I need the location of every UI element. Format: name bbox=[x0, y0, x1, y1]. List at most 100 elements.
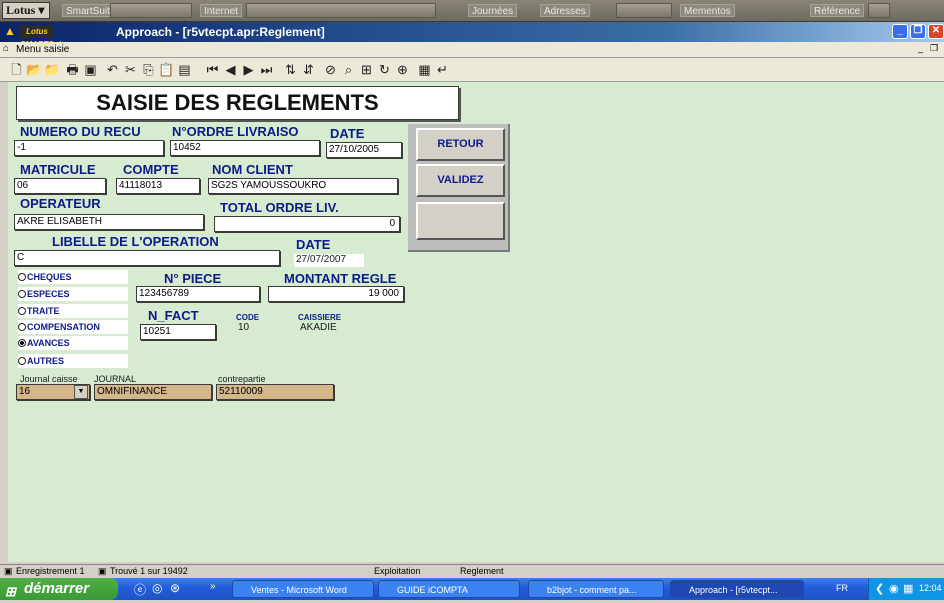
mode-status[interactable]: Exploitation bbox=[374, 566, 421, 576]
last-record-icon[interactable]: ⏭ bbox=[258, 61, 275, 78]
suite-drawer-internet[interactable] bbox=[246, 3, 436, 18]
nom-client-field[interactable]: SG2S YAMOUSSOUKRO bbox=[208, 178, 398, 194]
contrepartie-field[interactable]: 52110009 bbox=[216, 384, 334, 400]
matricule-field[interactable]: 06 bbox=[14, 178, 106, 194]
suite-tab-internet[interactable]: Internet bbox=[200, 4, 242, 17]
record-status[interactable]: Enregistrement 1 bbox=[16, 566, 85, 576]
copy-icon[interactable]: ⎘ bbox=[140, 61, 157, 78]
browser-quicklaunch-icon[interactable]: ◎ bbox=[152, 581, 162, 595]
date1-label: DATE bbox=[330, 126, 365, 141]
radio-especes[interactable]: ESPECES bbox=[18, 287, 128, 301]
close-folder-icon[interactable]: 📁 bbox=[44, 61, 61, 78]
validez-button[interactable]: VALIDEZ bbox=[416, 164, 505, 197]
tray-volume-icon[interactable]: ▦ bbox=[903, 582, 913, 595]
suite-drawer-reference[interactable] bbox=[868, 3, 890, 18]
find-icon[interactable]: ⌕ bbox=[340, 61, 357, 78]
n-piece-label: N° PIECE bbox=[164, 271, 222, 286]
save-icon[interactable]: ▣ bbox=[82, 61, 99, 78]
reglement-form: SAISIE DES REGLEMENTS NUMERO DU RECU N°O… bbox=[8, 82, 944, 562]
start-button[interactable]: ⊞ démarrer bbox=[0, 578, 118, 600]
undo-icon[interactable]: ↶ bbox=[104, 61, 121, 78]
previous-record-icon[interactable]: ◀ bbox=[222, 61, 239, 78]
n-fact-label: N_FACT bbox=[148, 308, 199, 323]
found-status[interactable]: Trouvé 1 sur 19492 bbox=[110, 566, 188, 576]
delete-record-icon[interactable]: ⊘ bbox=[322, 61, 339, 78]
refresh-icon[interactable]: ↻ bbox=[376, 61, 393, 78]
date2-value: 27/07/2007 bbox=[294, 254, 364, 267]
task-guide-icompta[interactable]: GUIDE iCOMPTA bbox=[378, 580, 520, 598]
menu-saisie[interactable]: Menu saisie bbox=[16, 44, 69, 55]
radio-dot bbox=[18, 357, 26, 365]
total-ordre-field[interactable]: 0 bbox=[214, 216, 400, 232]
quicklaunch-overflow-icon[interactable]: » bbox=[210, 581, 216, 592]
language-indicator[interactable]: FR bbox=[836, 583, 848, 593]
radio-avances[interactable]: AVANCES bbox=[18, 336, 128, 350]
suite-drawer-smartsuite[interactable] bbox=[110, 3, 192, 18]
new-file-icon[interactable]: 🗋 bbox=[8, 61, 25, 78]
radio-cheques[interactable]: CHEQUES bbox=[18, 270, 128, 284]
doc-minimize-button[interactable]: _ bbox=[918, 43, 923, 53]
sort-ascending-icon[interactable]: ⇅ bbox=[282, 61, 299, 78]
radio-dot-selected bbox=[18, 339, 26, 347]
n-fact-field[interactable]: 10251 bbox=[140, 324, 216, 340]
doc-restore-button[interactable]: ❐ bbox=[930, 43, 938, 54]
menu-home-icon: ⌂ bbox=[3, 43, 10, 54]
numero-recu-field[interactable]: -1 bbox=[14, 140, 164, 156]
matricule-label: MATRICULE bbox=[20, 162, 96, 177]
ordre-livraison-label: N°ORDRE LIVRAISO bbox=[172, 124, 299, 139]
radio-traite[interactable]: TRAITE bbox=[18, 304, 128, 318]
tray-network-icon[interactable]: ◉ bbox=[889, 582, 899, 595]
journal-caisse-label: Journal caisse bbox=[20, 374, 78, 384]
smartsuite-bar: Lotus ▾ SmartSuite Internet Journées Adr… bbox=[0, 0, 944, 22]
cut-icon[interactable]: ✂ bbox=[122, 61, 139, 78]
tray-clock[interactable]: 12:04 bbox=[919, 583, 942, 593]
task-b2bjot[interactable]: b2bjot - comment pa... bbox=[528, 580, 664, 598]
open-folder-icon[interactable]: 📂 bbox=[26, 61, 43, 78]
radio-label: AUTRES bbox=[27, 356, 65, 366]
radio-label: TRAITE bbox=[27, 306, 60, 316]
zoom-icon[interactable]: ⊕ bbox=[394, 61, 411, 78]
view-status[interactable]: Reglement bbox=[460, 566, 504, 576]
next-record-icon[interactable]: ▶ bbox=[240, 61, 257, 78]
close-button[interactable]: ✕ bbox=[928, 24, 944, 39]
montant-field[interactable]: 19 000 bbox=[268, 286, 404, 302]
suite-tab-mementos[interactable]: Mementos bbox=[680, 4, 735, 17]
chevron-down-icon[interactable]: ▼ bbox=[74, 385, 88, 399]
radio-autres[interactable]: AUTRES bbox=[18, 354, 128, 368]
media-quicklaunch-icon[interactable]: ⊛ bbox=[170, 581, 180, 595]
find-all-icon[interactable]: ⊞ bbox=[358, 61, 375, 78]
blank-button[interactable] bbox=[416, 202, 505, 240]
suite-tab-adresses[interactable]: Adresses bbox=[540, 4, 590, 17]
browse-icon[interactable]: ▤ bbox=[176, 61, 193, 78]
first-record-icon[interactable]: ⏮ bbox=[204, 61, 221, 78]
lotus-logo-label: Lotus bbox=[6, 3, 36, 17]
tray-back-icon[interactable]: ❮ bbox=[875, 582, 884, 595]
radio-compensation[interactable]: COMPENSATION bbox=[18, 320, 128, 334]
ie-quicklaunch-icon[interactable]: ⓔ bbox=[134, 581, 146, 598]
libelle-field[interactable]: C bbox=[14, 250, 280, 266]
operateur-label: OPERATEUR bbox=[20, 196, 101, 211]
retour-button[interactable]: RETOUR bbox=[416, 128, 505, 161]
print-icon[interactable]: 🖶 bbox=[64, 61, 81, 78]
suite-tab-journees[interactable]: Journées bbox=[468, 4, 518, 17]
task-approach[interactable]: Approach - [r5vtecpt... bbox=[670, 580, 804, 598]
restore-button[interactable]: ❐ bbox=[910, 24, 926, 39]
sort-descending-icon[interactable]: ⇵ bbox=[300, 61, 317, 78]
minimize-button[interactable]: _ bbox=[892, 24, 908, 39]
radio-dot bbox=[18, 307, 26, 315]
n-piece-field[interactable]: 123456789 bbox=[136, 286, 260, 302]
enter-icon[interactable]: ↵ bbox=[434, 61, 451, 78]
compte-field[interactable]: 41118013 bbox=[116, 178, 200, 194]
journal-field[interactable]: OMNIFINANCE bbox=[94, 384, 212, 400]
radio-dot bbox=[18, 273, 26, 281]
operateur-field[interactable]: AKRE ELISABETH bbox=[14, 214, 204, 230]
spell-check-icon[interactable]: ▦ bbox=[416, 61, 433, 78]
paste-icon[interactable]: 📋 bbox=[158, 61, 175, 78]
suite-drawer-adresses[interactable] bbox=[616, 3, 672, 18]
task-word[interactable]: Ventes - Microsoft Word bbox=[232, 580, 374, 598]
action-panel: RETOUR VALIDEZ bbox=[408, 124, 510, 252]
lotus-menu-button[interactable]: Lotus ▾ bbox=[2, 2, 50, 19]
ordre-livraison-field[interactable]: 10452 bbox=[170, 140, 320, 156]
date1-field[interactable]: 27/10/2005 bbox=[326, 142, 402, 158]
suite-tab-reference[interactable]: Référence bbox=[810, 4, 865, 17]
